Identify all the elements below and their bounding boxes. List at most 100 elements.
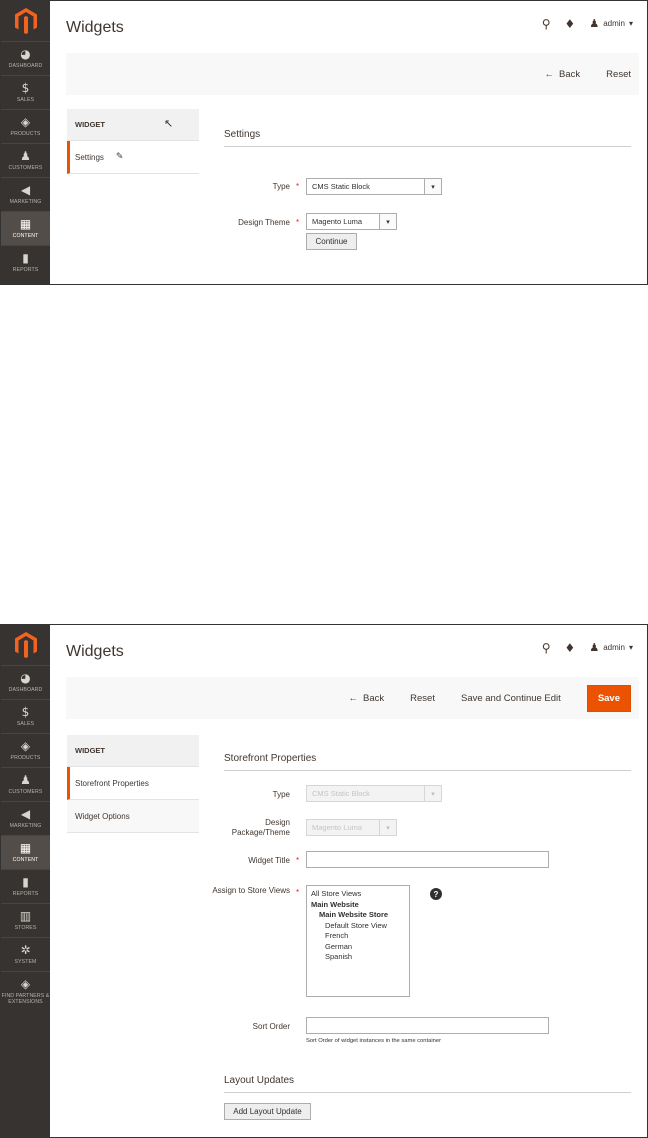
type-select: CMS Static Block ▾ <box>306 785 442 802</box>
dashboard-icon: ◕ <box>20 47 31 61</box>
save-button[interactable]: Save <box>586 684 631 712</box>
sidebar-item-content[interactable]: ▦ Content <box>1 835 50 869</box>
admin-username: admin <box>603 19 625 28</box>
sidebar-item-label: Customers <box>8 789 43 795</box>
required-marker: * <box>296 182 300 191</box>
admin-sidebar: ◕ Dashboard $ Sales ◈ Products ♟ Customers ◀ Mark… <box>1 1 50 284</box>
magento-logo[interactable] <box>1 1 50 41</box>
sales-icon: $ <box>21 81 30 95</box>
tab-settings[interactable]: Settings ✎ <box>67 141 199 174</box>
sales-icon: $ <box>21 705 30 719</box>
required-marker: * <box>296 888 300 897</box>
admin-username: admin <box>603 643 625 652</box>
sidebar-item-content[interactable]: ▦ Content <box>1 211 50 245</box>
products-icon: ◈ <box>20 739 31 753</box>
stores-icon: ▥ <box>19 909 32 923</box>
sidebar-item-dashboard[interactable]: ◕ Dashboard <box>1 41 50 75</box>
sidebar-item-customers[interactable]: ♟ Customers <box>1 767 50 801</box>
sidebar-item-label: Marketing <box>9 199 42 205</box>
chevron-down-icon: ▾ <box>424 179 441 194</box>
chevron-down-icon: ▾ <box>628 643 633 652</box>
content-icon: ▦ <box>19 217 32 231</box>
sidebar-item-dashboard[interactable]: ◕ Dashboard <box>1 665 50 699</box>
continue-button[interactable]: Continue <box>306 233 357 250</box>
system-icon: ✲ <box>20 943 31 957</box>
chevron-down-icon: ▾ <box>424 786 441 801</box>
store-view-option[interactable]: Spanish <box>311 952 405 963</box>
type-select[interactable]: CMS Static Block ▾ <box>306 178 442 195</box>
widget-title-label: Widget Title <box>248 856 290 865</box>
customers-icon: ♟ <box>20 773 31 787</box>
page-actions-bar: ← Back Reset Save and Continue Edit Save <box>66 677 639 719</box>
sidebar-item-label: Reports <box>12 891 39 897</box>
sidebar-item-label: Find Partners & Extensions <box>1 993 50 1005</box>
sidebar-item-customers[interactable]: ♟ Customers <box>1 143 50 177</box>
sidebar-item-label: Sales <box>16 97 35 103</box>
help-icon[interactable]: ? <box>430 888 442 900</box>
sidebar-item-sales[interactable]: $ Sales <box>1 699 50 733</box>
admin-sidebar: ◕ Dashboard $ Sales ◈ Products ♟ Customers ◀ Mark… <box>1 625 50 1137</box>
magento-logo-icon <box>14 8 37 34</box>
arrow-left-icon: ← <box>544 68 555 80</box>
tab-storefront-properties[interactable]: Storefront Properties <box>67 767 199 800</box>
widget-tabs: Widget Storefront Properties Widget Opti… <box>67 735 199 833</box>
mouse-cursor-icon: ↖ <box>164 117 174 130</box>
admin-user-menu[interactable]: ♟ admin ▾ <box>589 17 633 30</box>
save-and-continue-button[interactable]: Save and Continue Edit <box>461 693 561 704</box>
screenshot-settings-step: ◕ Dashboard $ Sales ◈ Products ♟ Customers ◀ Mark… <box>0 0 648 285</box>
sidebar-item-sales[interactable]: $ Sales <box>1 75 50 109</box>
reports-icon: ▮ <box>22 875 29 889</box>
reset-button[interactable]: Reset <box>410 693 435 704</box>
content-icon: ▦ <box>19 841 32 855</box>
sidebar-item-products[interactable]: ◈ Products <box>1 733 50 767</box>
search-icon[interactable]: ⚲ <box>542 642 551 654</box>
section-title-layout-updates: Layout Updates <box>224 1075 631 1093</box>
dashboard-icon: ◕ <box>20 671 31 685</box>
add-layout-update-button[interactable]: Add Layout Update <box>224 1103 311 1120</box>
sort-order-input[interactable] <box>306 1017 549 1034</box>
page-content: Widgets ⚲ ♦ ♟ admin ▾ ← Back Reset Widge… <box>50 1 647 284</box>
notifications-bell-icon[interactable]: ♦ <box>565 18 576 30</box>
design-theme-value: Magento Luma <box>312 217 363 226</box>
store-view-option: Main Website <box>311 899 359 909</box>
customers-icon: ♟ <box>20 149 31 163</box>
store-views-multiselect[interactable]: All Store Views Main Website Main Websit… <box>306 885 410 997</box>
reports-icon: ▮ <box>22 251 29 265</box>
back-button[interactable]: ← Back <box>545 69 581 80</box>
design-package-select: Magento Luma ▾ <box>306 819 397 836</box>
reset-button[interactable]: Reset <box>606 69 631 80</box>
marketing-icon: ◀ <box>20 807 31 821</box>
notifications-bell-icon[interactable]: ♦ <box>565 642 576 654</box>
store-view-option[interactable]: All Store Views <box>311 889 405 900</box>
design-theme-select[interactable]: Magento Luma ▾ <box>306 213 397 230</box>
sidebar-item-label: Sales <box>16 721 35 727</box>
user-icon: ♟ <box>589 17 600 30</box>
sidebar-item-reports[interactable]: ▮ Reports <box>1 245 50 279</box>
sort-order-note: Sort Order of widget instances in the sa… <box>306 1038 442 1044</box>
tab-widget-options[interactable]: Widget Options <box>67 800 199 833</box>
sidebar-item-label: Marketing <box>9 823 42 829</box>
magento-logo[interactable] <box>1 625 50 665</box>
admin-user-menu[interactable]: ♟ admin ▾ <box>589 641 633 654</box>
back-button-label: Back <box>363 692 385 704</box>
store-view-option[interactable]: Default Store View <box>311 921 405 932</box>
chevron-down-icon: ▾ <box>628 19 633 28</box>
store-view-option[interactable]: French <box>311 931 405 942</box>
sidebar-item-products[interactable]: ◈ Products <box>1 109 50 143</box>
search-icon[interactable]: ⚲ <box>542 18 551 30</box>
sidebar-item-marketing[interactable]: ◀ Marketing <box>1 177 50 211</box>
widget-title-input[interactable] <box>306 851 549 868</box>
sidebar-item-marketing[interactable]: ◀ Marketing <box>1 801 50 835</box>
store-view-option[interactable]: German <box>311 942 405 953</box>
section-title-settings: Settings <box>224 129 631 147</box>
partners-icon: ◈ <box>20 977 31 991</box>
sidebar-item-system[interactable]: ✲ System <box>1 937 50 971</box>
screenshot-storefront-properties: ◕ Dashboard $ Sales ◈ Products ♟ Customers ◀ Mark… <box>0 624 648 1138</box>
sidebar-item-reports[interactable]: ▮ Reports <box>1 869 50 903</box>
storefront-form: Storefront Properties Type CMS Static Bl… <box>212 753 631 1120</box>
sidebar-item-find-partners-extensions[interactable]: ◈ Find Partners & Extensions <box>1 971 50 1011</box>
back-button[interactable]: ← Back <box>349 693 385 704</box>
sidebar-item-stores[interactable]: ▥ Stores <box>1 903 50 937</box>
sidebar-item-label: Stores <box>14 925 37 931</box>
section-title-storefront: Storefront Properties <box>224 753 631 771</box>
